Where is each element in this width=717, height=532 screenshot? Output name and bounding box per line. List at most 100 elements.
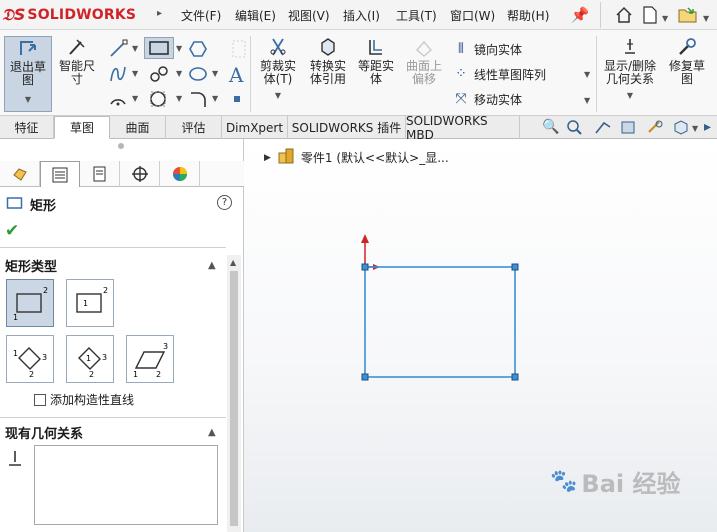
rectangle-tool-button[interactable] <box>144 37 174 59</box>
mirror-entities-button[interactable]: ⫴ 镜向实体 <box>452 38 522 60</box>
sketch-rectangle[interactable] <box>364 266 516 378</box>
center-rectangle-option[interactable]: 12 <box>66 279 114 327</box>
arc-dropdown-icon[interactable]: ▼ <box>132 94 138 103</box>
ellipse-dropdown-icon[interactable]: ▼ <box>212 69 218 78</box>
view-dropdown-icon[interactable]: ▼ <box>692 124 698 133</box>
chevron-down-icon: ▼ <box>24 95 32 104</box>
tab-mbd[interactable]: SOLIDWORKS MBD <box>406 114 520 142</box>
line-dropdown-icon[interactable]: ▼ <box>132 44 138 53</box>
home-icon[interactable] <box>612 3 636 27</box>
pin-icon[interactable]: 📌 <box>570 3 590 27</box>
offset-entities-button[interactable]: 等距实体 <box>354 36 398 112</box>
polygon-icon[interactable] <box>188 39 208 62</box>
move-label: 移动实体 <box>474 92 523 107</box>
construction-lines-checkbox[interactable] <box>34 393 46 406</box>
slot-icon[interactable] <box>148 64 170 87</box>
move-entities-button[interactable]: ⤧ 移动实体 <box>452 88 522 110</box>
help-icon[interactable]: ? <box>217 195 232 210</box>
three-point-center-rectangle-option[interactable]: 1 32 <box>66 335 114 383</box>
menu-window[interactable]: 窗口(W) <box>450 7 495 24</box>
arc-icon[interactable] <box>108 89 128 112</box>
logo-text: SOLIDWORKS <box>27 7 137 23</box>
pattern-dropdown-icon[interactable]: ▼ <box>584 70 590 79</box>
menu-help[interactable]: 帮助(H) <box>507 7 549 24</box>
tab-features[interactable]: 特征 <box>0 116 54 139</box>
linear-pattern-label: 线性草图阵列 <box>474 67 547 82</box>
smart-dimension-label: 智能尺寸 <box>59 59 96 86</box>
line-icon[interactable] <box>108 39 128 62</box>
rectangle-dropdown-icon[interactable]: ▼ <box>176 44 182 53</box>
repair-sketch-button[interactable]: 修复草图 <box>664 36 710 112</box>
tab-surfaces[interactable]: 曲面 <box>110 116 166 139</box>
new-document-icon[interactable] <box>640 3 660 27</box>
convert-entities-button[interactable]: 转换实体引用 <box>304 36 352 112</box>
circle-dropdown-icon[interactable]: ▼ <box>176 94 182 103</box>
rectangle-type-header: 矩形类型 <box>5 260 58 275</box>
trim-entities-button[interactable]: 剪裁实体(T) ▼ <box>256 36 300 112</box>
tab-evaluate[interactable]: 评估 <box>166 116 222 139</box>
rect-corner-point[interactable] <box>361 373 369 381</box>
spline-icon[interactable] <box>108 64 128 87</box>
property-manager-tab-icon[interactable] <box>40 161 80 187</box>
slot-dropdown-icon[interactable]: ▼ <box>176 69 182 78</box>
smart-dimension-button[interactable]: 智能尺寸 <box>56 36 98 112</box>
configuration-manager-tab-icon[interactable] <box>80 161 120 187</box>
show-delete-relations-button[interactable]: 显示/删除几何关系 ▼ <box>600 36 660 112</box>
menu-view[interactable]: 视图(V) <box>288 7 330 24</box>
ok-checkmark-icon[interactable]: ✔ <box>5 221 19 241</box>
surface-offset-icon <box>402 36 446 58</box>
open-folder-icon[interactable] <box>676 3 700 27</box>
panel-scrollbar[interactable]: ▲ <box>227 255 241 532</box>
svg-text:2: 2 <box>156 370 161 378</box>
display-manager-tab-icon[interactable] <box>160 161 200 187</box>
collapse-icon[interactable]: ▲ <box>208 427 216 438</box>
scrollbar-thumb[interactable] <box>230 271 238 526</box>
section-view-icon[interactable] <box>620 119 638 139</box>
fillet-dropdown-icon[interactable]: ▼ <box>212 94 218 103</box>
graphics-area[interactable]: ▶ 零件1 (默认<<默认>_显... 🐾 Bai 经验 <box>244 139 717 532</box>
corner-rectangle-option[interactable]: 12 <box>6 279 54 327</box>
menu-file[interactable]: 文件(F) <box>181 7 221 24</box>
menu-edit[interactable]: 编辑(E) <box>235 7 276 24</box>
svg-text:3: 3 <box>102 353 107 362</box>
move-dropdown-icon[interactable]: ▼ <box>584 96 590 105</box>
ellipse-icon[interactable] <box>188 64 208 87</box>
rect-corner-point[interactable] <box>361 263 369 271</box>
watermark-paw-icon: 🐾 <box>550 469 578 494</box>
dynamic-annotation-icon[interactable] <box>646 119 664 139</box>
fillet-icon[interactable] <box>188 89 208 112</box>
scroll-up-icon[interactable]: ▲ <box>230 258 236 267</box>
svg-text:2: 2 <box>29 370 34 378</box>
panel-grip-icon[interactable] <box>118 143 124 149</box>
circle-icon[interactable] <box>148 89 168 112</box>
text-tool-icon[interactable]: A <box>229 63 243 87</box>
display-style-icon[interactable]: ▸ <box>704 119 711 135</box>
menu-insert[interactable]: 插入(I) <box>343 7 380 24</box>
svg-text:1: 1 <box>83 299 88 308</box>
feature-manager-tab-icon[interactable] <box>0 161 40 187</box>
zoom-to-fit-icon[interactable]: 🔍 <box>542 119 559 135</box>
menu-tools[interactable]: 工具(T) <box>396 7 437 24</box>
new-dropdown-icon[interactable]: ▼ <box>662 10 668 24</box>
open-dropdown-icon[interactable]: ▼ <box>703 10 709 24</box>
linear-pattern-button[interactable]: ⁘ 线性草图阵列 <box>452 63 546 85</box>
previous-view-icon[interactable] <box>594 119 612 139</box>
exit-sketch-button[interactable]: 退出草图 ▼ <box>4 36 52 112</box>
tab-dimxpert[interactable]: DimXpert <box>222 116 288 139</box>
rect-corner-point[interactable] <box>511 263 519 271</box>
parallelogram-option[interactable]: 1 2 3 <box>126 335 174 383</box>
collapse-icon[interactable]: ▲ <box>208 260 216 271</box>
relations-list-box[interactable] <box>34 445 218 525</box>
convert-label: 转换实体引用 <box>309 59 346 86</box>
three-point-corner-rectangle-option[interactable]: 1 32 <box>6 335 54 383</box>
point-icon[interactable] <box>234 96 240 102</box>
dimxpert-manager-tab-icon[interactable] <box>120 161 160 187</box>
spline-dropdown-icon[interactable]: ▼ <box>132 69 138 78</box>
tab-sketch[interactable]: 草图 <box>54 116 110 139</box>
zoom-to-area-icon[interactable] <box>566 119 582 139</box>
view-orientation-icon[interactable] <box>672 119 690 139</box>
tab-addins[interactable]: SOLIDWORKS 插件 <box>288 116 406 139</box>
rect-corner-point[interactable] <box>511 373 519 381</box>
construction-lines-checkbox-row[interactable]: 添加构造性直线 <box>34 391 134 408</box>
logo-menu-arrow-icon[interactable]: ▸ <box>157 8 162 19</box>
